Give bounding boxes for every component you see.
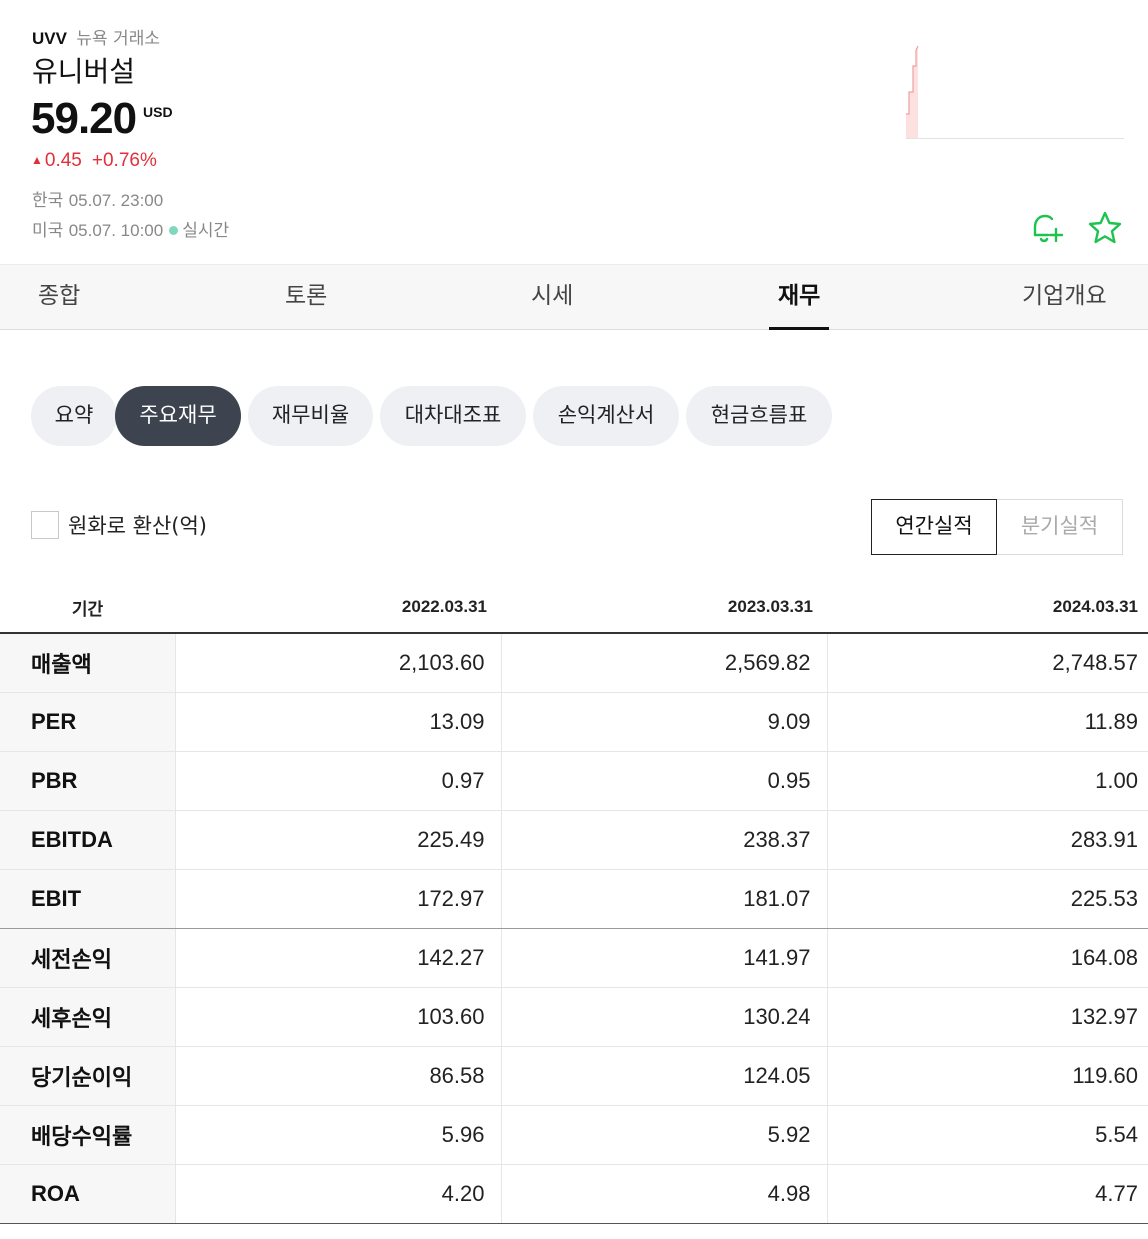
time-korea-value: 05.07. 23:00 xyxy=(68,191,164,210)
table-cell: 1.00 xyxy=(826,751,1148,811)
period-header: 기간 xyxy=(0,582,175,634)
exchange-name: 뉴욕 거래소 xyxy=(76,29,160,49)
realtime-dot-icon xyxy=(169,225,179,235)
table-cell: 11.89 xyxy=(826,692,1148,752)
table-cell: 4.20 xyxy=(174,1164,501,1224)
table-cell: 5.92 xyxy=(500,1105,827,1165)
column-header: 2023.03.31 xyxy=(501,582,827,634)
row-label: PER xyxy=(0,692,175,752)
change-percent: +0.76% xyxy=(91,150,157,171)
table-cell: 238.37 xyxy=(500,810,827,870)
row-label: 당기순이익 xyxy=(0,1046,175,1106)
table-cell: 130.24 xyxy=(500,987,827,1047)
bell-plus-icon[interactable] xyxy=(1026,208,1066,248)
table-cell: 119.60 xyxy=(826,1046,1148,1106)
table-cell: 132.97 xyxy=(826,987,1148,1047)
table-cell: 142.27 xyxy=(174,928,501,988)
star-icon[interactable] xyxy=(1085,208,1125,248)
table-row: EBIT 172.97 181.07 225.53 xyxy=(0,869,1148,929)
table-row: 세후손익 103.60 130.24 132.97 xyxy=(0,987,1148,1047)
table-cell: 0.97 xyxy=(174,751,501,811)
table-cell: 2,103.60 xyxy=(174,633,501,693)
table-row: 매출액 2,103.60 2,569.82 2,748.57 xyxy=(0,633,1148,693)
subtab-summary[interactable]: 요약 xyxy=(31,386,117,446)
table-cell: 225.53 xyxy=(826,869,1148,929)
row-label: 세전손익 xyxy=(0,928,175,988)
row-label: 매출액 xyxy=(0,633,175,693)
table-cell: 5.54 xyxy=(826,1105,1148,1165)
table-cell: 283.91 xyxy=(826,810,1148,870)
row-label: ROA xyxy=(0,1164,175,1224)
table-cell: 181.07 xyxy=(500,869,827,929)
table-cell: 172.97 xyxy=(174,869,501,929)
table-cell: 5.96 xyxy=(174,1105,501,1165)
table-cell: 4.98 xyxy=(500,1164,827,1224)
krw-convert-label: 원화로 환산(억) xyxy=(68,514,207,538)
time-us: 미국 05.07. 10:00 실시간 xyxy=(32,216,229,241)
tab-company-info[interactable]: 기업개요 xyxy=(1022,265,1107,329)
table-row: 세전손익 142.27 141.97 164.08 xyxy=(0,928,1148,988)
table-row: PBR 0.97 0.95 1.00 xyxy=(0,751,1148,811)
tab-price[interactable]: 시세 xyxy=(531,265,573,329)
stock-name: 유니버설 xyxy=(32,55,136,88)
table-row: ROA 4.20 4.98 4.77 xyxy=(0,1164,1148,1224)
table-cell: 13.09 xyxy=(174,692,501,752)
table-row: PER 13.09 9.09 11.89 xyxy=(0,692,1148,752)
subtab-balance-sheet[interactable]: 대차대조표 xyxy=(380,386,526,446)
price-change: ▲ 0.45 +0.76% xyxy=(31,150,157,172)
triangle-up-icon: ▲ xyxy=(31,153,43,167)
realtime-label: 실시간 xyxy=(182,221,230,241)
time-us-label: 미국 xyxy=(32,221,64,241)
current-price: 59.20 xyxy=(31,94,137,143)
krw-convert-checkbox[interactable] xyxy=(31,511,59,539)
column-header: 2024.03.31 xyxy=(827,582,1148,634)
subtab-key-financials[interactable]: 주요재무 xyxy=(115,386,241,446)
ticker-line: UVV 뉴욕 거래소 xyxy=(32,24,160,49)
time-korea: 한국 05.07. 23:00 xyxy=(32,186,163,211)
table-cell: 225.49 xyxy=(174,810,501,870)
subtab-financial-ratios[interactable]: 재무비율 xyxy=(248,386,373,446)
financial-table: 기간 2022.03.31 2023.03.31 2024.03.31 매출액 … xyxy=(0,582,1148,1224)
time-us-value: 05.07. 10:00 xyxy=(68,221,164,240)
table-cell: 141.97 xyxy=(500,928,827,988)
table-cell: 164.08 xyxy=(826,928,1148,988)
table-cell: 0.95 xyxy=(500,751,827,811)
table-cell: 2,569.82 xyxy=(500,633,827,693)
row-label: EBITDA xyxy=(0,810,175,870)
currency: USD xyxy=(143,104,173,120)
ticker-symbol: UVV xyxy=(32,29,67,48)
table-row: 배당수익률 5.96 5.92 5.54 xyxy=(0,1105,1148,1165)
main-tabs: 종합 토론 시세 재무 기업개요 xyxy=(0,264,1148,330)
table-cell: 2,748.57 xyxy=(826,633,1148,693)
row-label: PBR xyxy=(0,751,175,811)
stock-header: UVV 뉴욕 거래소 유니버설 59.20 USD ▲ 0.45 +0.76% 한국… xyxy=(0,0,1148,264)
table-header-row: 기간 2022.03.31 2023.03.31 2024.03.31 xyxy=(0,582,1148,634)
subtab-income-statement[interactable]: 손익계산서 xyxy=(533,386,679,446)
table-cell: 9.09 xyxy=(500,692,827,752)
table-row: 당기순이익 86.58 124.05 119.60 xyxy=(0,1046,1148,1106)
intraday-mini-chart xyxy=(906,45,1124,139)
row-label: 배당수익률 xyxy=(0,1105,175,1165)
table-row: EBITDA 225.49 238.37 283.91 xyxy=(0,810,1148,870)
tab-summary[interactable]: 종합 xyxy=(38,265,80,329)
annual-results-button[interactable]: 연간실적 xyxy=(871,499,997,555)
change-amount: 0.45 xyxy=(44,150,82,171)
column-header: 2022.03.31 xyxy=(175,582,501,634)
table-cell: 86.58 xyxy=(174,1046,501,1106)
tab-finance[interactable]: 재무 xyxy=(768,265,830,330)
row-label: 세후손익 xyxy=(0,987,175,1047)
table-cell: 124.05 xyxy=(500,1046,827,1106)
subtab-cash-flow[interactable]: 현금흐름표 xyxy=(686,386,832,446)
time-korea-label: 한국 xyxy=(32,191,64,211)
table-cell: 103.60 xyxy=(174,987,501,1047)
tab-discussion[interactable]: 토론 xyxy=(285,265,327,329)
table-cell: 4.77 xyxy=(826,1164,1148,1224)
row-label: EBIT xyxy=(0,869,175,929)
quarterly-results-button[interactable]: 분기실적 xyxy=(996,499,1123,555)
